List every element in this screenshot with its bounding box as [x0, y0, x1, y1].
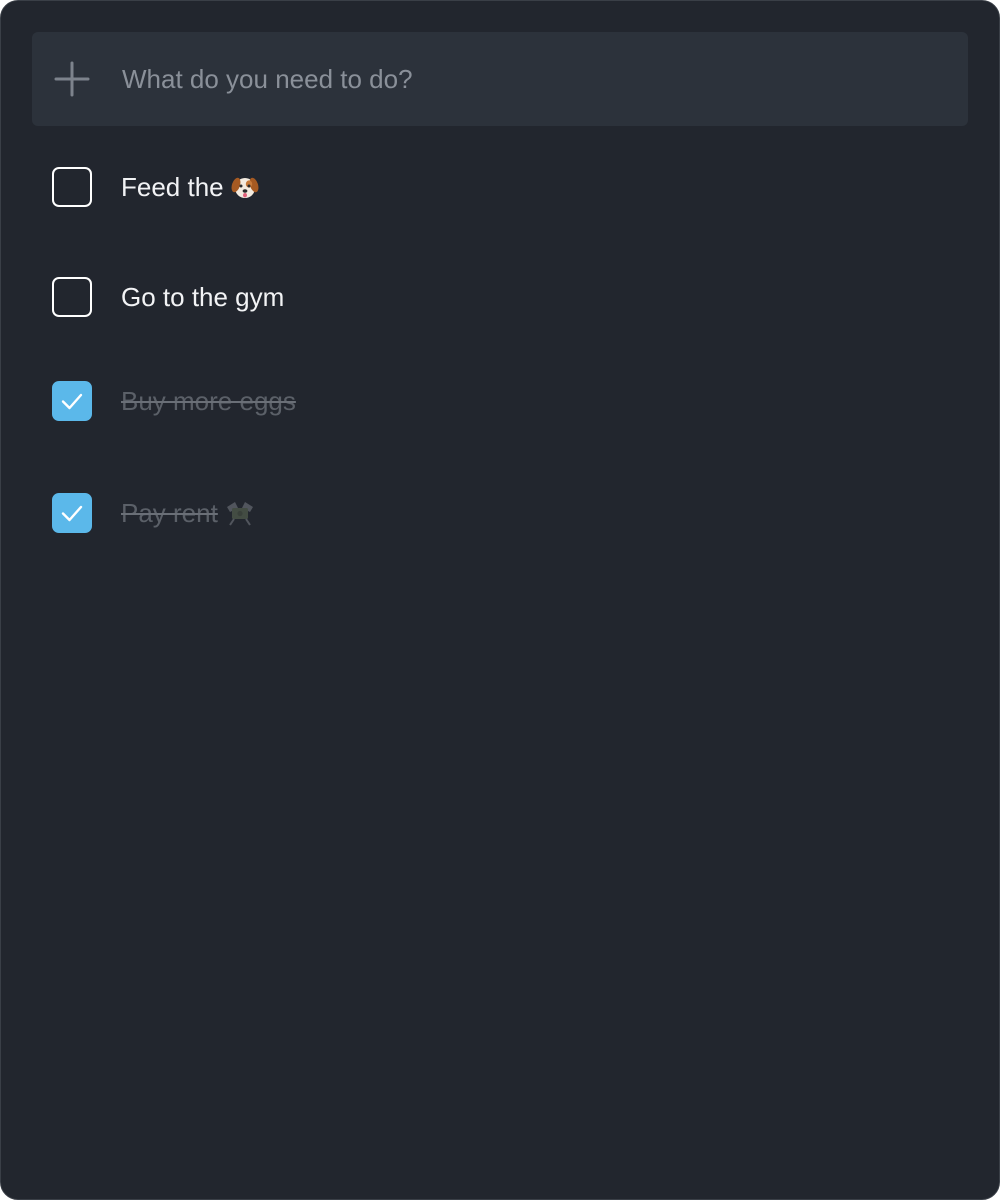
- todo-label: Buy more eggs: [121, 386, 296, 416]
- plus-icon[interactable]: [54, 61, 90, 97]
- checkmark-icon: [61, 393, 83, 410]
- todo-checkbox-checked[interactable]: [52, 493, 92, 533]
- todo-label: Pay rent: [121, 498, 218, 528]
- todo-item[interactable]: Go to the gym: [52, 277, 932, 319]
- todo-checkbox[interactable]: [52, 167, 92, 207]
- dog-face-icon: [231, 177, 259, 199]
- checkmark-icon: [61, 505, 83, 522]
- todo-item[interactable]: Pay rent: [52, 493, 932, 535]
- todo-text-wrap: Pay rent: [121, 495, 256, 531]
- money-with-wings-icon: [226, 502, 253, 526]
- todo-item[interactable]: Buy more eggs: [52, 381, 932, 423]
- add-todo-input[interactable]: [122, 32, 942, 126]
- todo-item[interactable]: Feed the: [52, 167, 932, 209]
- todo-label: Go to the gym: [121, 282, 285, 312]
- todo-checkbox-checked[interactable]: [52, 381, 92, 421]
- todo-label: Feed the: [121, 172, 224, 202]
- todo-text-wrap: Feed the: [121, 169, 260, 205]
- add-todo-bar[interactable]: [32, 32, 968, 126]
- todo-checkbox[interactable]: [52, 277, 92, 317]
- todo-app: Feed the Go to the gym: [0, 0, 1000, 1200]
